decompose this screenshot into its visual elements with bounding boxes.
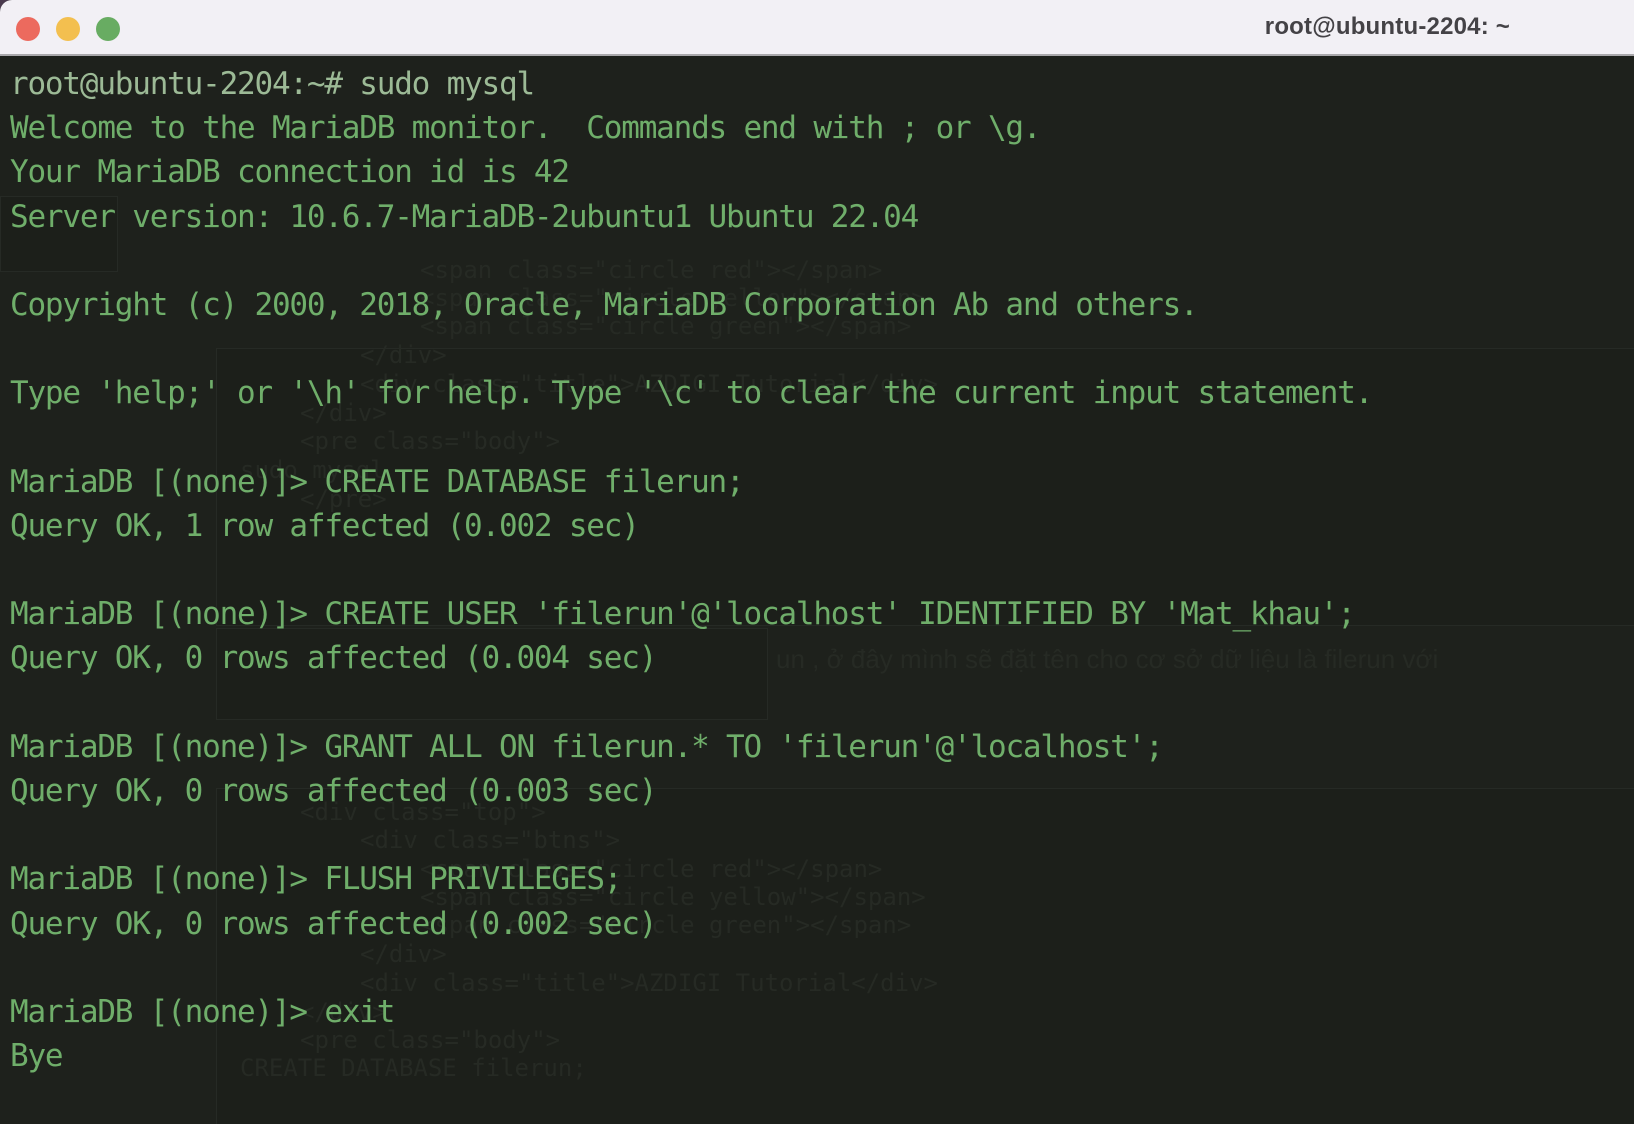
command-text: CREATE USER 'filerun'@'localhost' IDENTI… — [324, 596, 1356, 633]
command-text: sudo mysql — [359, 66, 535, 102]
close-window-button[interactable] — [16, 17, 40, 41]
sql-command-line: MariaDB [(none)]> CREATE DATABASE fileru… — [10, 460, 1634, 504]
sql-command-line: MariaDB [(none)]> GRANT ALL ON filerun.*… — [10, 725, 1634, 769]
minimize-window-button[interactable] — [56, 17, 80, 41]
command-text: CREATE DATABASE filerun; — [324, 463, 744, 500]
output-line: Type 'help;' or '\h' for help. Type '\c'… — [10, 375, 1373, 412]
output-line: Copyright (c) 2000, 2018, Oracle, MariaD… — [10, 286, 1199, 323]
output-line: Your MariaDB connection id is 42 — [10, 154, 570, 191]
sql-command-line: MariaDB [(none)]> exit — [10, 990, 1634, 1034]
terminal-output: root@ubuntu-2204:~# sudo mysql Welcome to… — [10, 58, 1634, 1078]
window-title: root@ubuntu-2204: ~ — [1264, 13, 1510, 40]
mariadb-prompt: MariaDB [(none)]> — [10, 728, 325, 765]
terminal-body[interactable]: <span class="circle red"></span> <span c… — [0, 58, 1634, 1124]
mariadb-prompt: MariaDB [(none)]> — [10, 993, 325, 1030]
command-text: exit — [324, 993, 395, 1030]
mariadb-prompt: MariaDB [(none)]> — [10, 463, 325, 500]
shell-prompt: root@ubuntu-2204:~# — [10, 66, 360, 102]
output-line: Welcome to the MariaDB monitor. Commands… — [10, 110, 1042, 147]
output-line: Query OK, 0 rows affected (0.002 sec) — [10, 905, 657, 942]
output-line: Query OK, 1 row affected (0.002 sec) — [10, 507, 640, 544]
output-line: Server version: 10.6.7-MariaDB-2ubuntu1 … — [10, 198, 919, 235]
mariadb-prompt: MariaDB [(none)]> — [10, 596, 325, 633]
sql-command-line: MariaDB [(none)]> CREATE USER 'filerun'@… — [10, 592, 1634, 636]
terminal-window: root@ubuntu-2204: ~ <span class="circle … — [0, 0, 1634, 1124]
output-line: Bye — [10, 1038, 64, 1075]
output-line: Query OK, 0 rows affected (0.003 sec) — [10, 773, 657, 809]
zoom-window-button[interactable] — [96, 17, 120, 41]
command-text: GRANT ALL ON filerun.* TO 'filerun'@'loc… — [324, 728, 1163, 765]
command-text: FLUSH PRIVILEGES; — [324, 861, 622, 898]
sql-command-line: MariaDB [(none)]> FLUSH PRIVILEGES; — [10, 857, 1634, 901]
shell-command-line: root@ubuntu-2204:~# sudo mysql — [10, 62, 1634, 106]
output-line: Query OK, 0 rows affected (0.004 sec) — [10, 640, 657, 677]
title-bar[interactable]: root@ubuntu-2204: ~ — [0, 0, 1634, 56]
mariadb-prompt: MariaDB [(none)]> — [10, 861, 325, 898]
